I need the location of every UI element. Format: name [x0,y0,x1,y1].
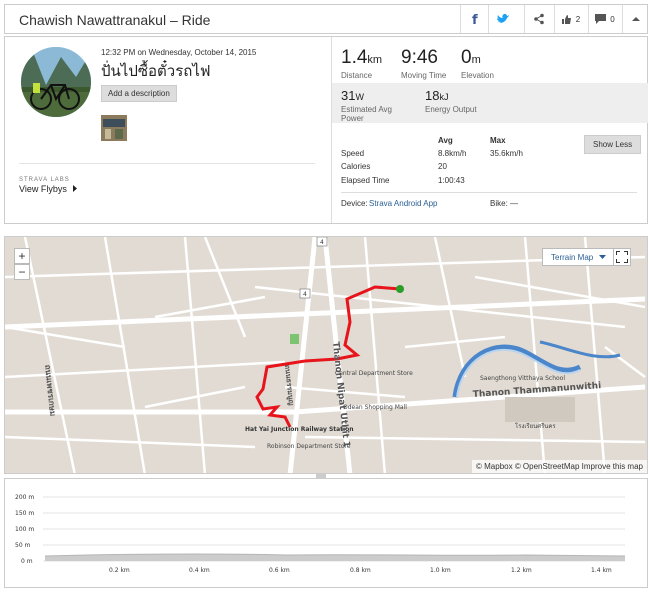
strava-labs-label: STRAVA LABS [19,177,70,183]
thumbs-up-icon [561,14,571,24]
chevron-up-icon [631,17,640,21]
elevation-chart[interactable]: 200 m 150 m 100 m 50 m 0 m 0.2 km 0.4 km… [4,478,648,588]
calories-label: Calories [341,162,371,171]
x-tick-1.4: 1.4 km [591,567,612,574]
zoom-out-button[interactable]: − [14,264,30,280]
show-less-button[interactable]: Show Less [584,135,642,154]
activity-time: 12:32 PM on Wednesday, October 14, 2015 [101,48,257,57]
x-tick-1.0: 1.0 km [430,567,451,574]
device-label: Device: [341,199,368,208]
avg-header: Avg [438,136,453,145]
bicycle-photo [21,47,91,117]
power-number: 31 [341,88,356,103]
bike-label: Bike: [490,199,508,208]
activity-header: Chawish Nawattranakul – Ride f 2 0 [4,4,648,34]
page-title: Chawish Nawattranakul – Ride [19,12,211,28]
power-value: 31W [341,88,364,103]
add-description-button[interactable]: Add a description [101,85,177,102]
x-tick-0.6: 0.6 km [269,567,290,574]
elapsed-value: 1:00:43 [438,176,465,185]
activity-summary-panel: 12:32 PM on Wednesday, October 14, 2015 … [4,36,648,224]
activity-name[interactable]: ปั่นไปซื้อตั๋วรถไฟ [101,59,211,83]
speed-avg: 8.8km/h [438,149,467,158]
route-end-marker [396,285,404,293]
calories-value: 20 [438,162,447,171]
route-map[interactable]: 4 4 Central Department Store Odean Shopp… [4,236,648,474]
y-tick-200: 200 m [15,494,34,501]
x-tick-0.4: 0.4 km [189,567,210,574]
fullscreen-button[interactable] [613,248,631,266]
activity-photo-avatar[interactable] [21,47,91,117]
max-header: Max [490,136,506,145]
y-tick-50: 50 m [15,542,31,549]
elevation-label: Elevation [461,71,494,80]
elevation-unit: m [471,54,481,66]
comment-button[interactable]: 0 [588,5,621,33]
caret-right-icon [73,185,78,192]
distance-unit: km [367,54,383,66]
map-label-thai-school: โรงเรียนศรีนคร [515,422,556,430]
comment-icon [595,14,607,24]
share-icon [533,13,544,25]
energy-unit: kJ [439,92,449,102]
elevation-value: 0m [461,47,481,69]
distance-label: Distance [341,71,373,80]
elapsed-label: Elapsed Time [341,176,390,185]
divider [19,163,315,164]
x-tick-0.2: 0.2 km [109,567,130,574]
speed-label: Speed [341,149,365,158]
x-tick-0.8: 0.8 km [350,567,371,574]
map-label-odean: Odean Shopping Mall [343,404,407,411]
road-shield-4b: 4 [303,291,307,298]
distance-value: 1.4km [341,47,382,69]
y-tick-100: 100 m [15,526,34,533]
map-label-railway: Hat Yai Junction Railway Station [245,426,354,433]
map-attribution[interactable]: © Mapbox © OpenStreetMap Improve this ma… [472,460,647,473]
power-label: Estimated Avg Power [341,105,392,123]
terrain-map-label: Terrain Map [551,252,594,262]
device-link[interactable]: Strava Android App [369,199,438,208]
kudos-button[interactable]: 2 [554,5,586,33]
terrain-map-dropdown[interactable]: Terrain Map [542,248,616,266]
y-tick-150: 150 m [15,510,34,517]
elevation-number: 0 [461,47,472,68]
svg-text:f: f [472,13,478,26]
facebook-share-button[interactable]: f [460,5,488,33]
road-shield-4a: 4 [320,239,324,246]
fullscreen-icon [616,251,628,263]
elevation-chart-canvas: 200 m 150 m 100 m 50 m 0 m 0.2 km 0.4 km… [15,494,626,574]
moving-time-label: Moving Time [401,71,447,80]
twitter-icon [496,13,509,23]
moving-time-value: 9:46 [401,47,438,68]
divider [341,192,637,193]
power-unit: W [355,92,364,102]
collapse-button[interactable] [622,5,648,33]
map-label-central: Central Department Store [335,370,413,377]
map-label-robinson: Robinson Department Store [267,443,351,450]
twitter-share-button[interactable] [488,5,516,33]
divider [331,37,332,223]
facebook-icon: f [472,13,478,26]
speed-max: 35.6km/h [490,149,523,158]
energy-value: 18kJ [425,88,448,103]
map-canvas[interactable]: 4 4 Central Department Store Odean Shopp… [5,237,648,474]
kudos-count: 2 [575,14,581,24]
x-tick-1.2: 1.2 km [511,567,532,574]
comment-count: 0 [610,14,615,24]
share-button[interactable] [524,5,552,33]
zoom-in-button[interactable]: + [14,248,30,264]
view-flybys-label: View Flybys [19,184,67,194]
distance-number: 1.4 [341,47,368,68]
energy-number: 18 [425,88,440,103]
view-flybys-link[interactable]: View Flybys [19,184,78,194]
photo-thumbnail[interactable] [101,115,127,141]
energy-label: Energy Output [425,105,477,114]
photo-thumbnail-image [101,115,127,141]
chevron-down-icon [599,254,607,259]
bike-value: — [510,199,518,208]
map-label-saengthong: Saengthong Vitthaya School [480,375,565,382]
y-tick-0: 0 m [21,558,33,565]
